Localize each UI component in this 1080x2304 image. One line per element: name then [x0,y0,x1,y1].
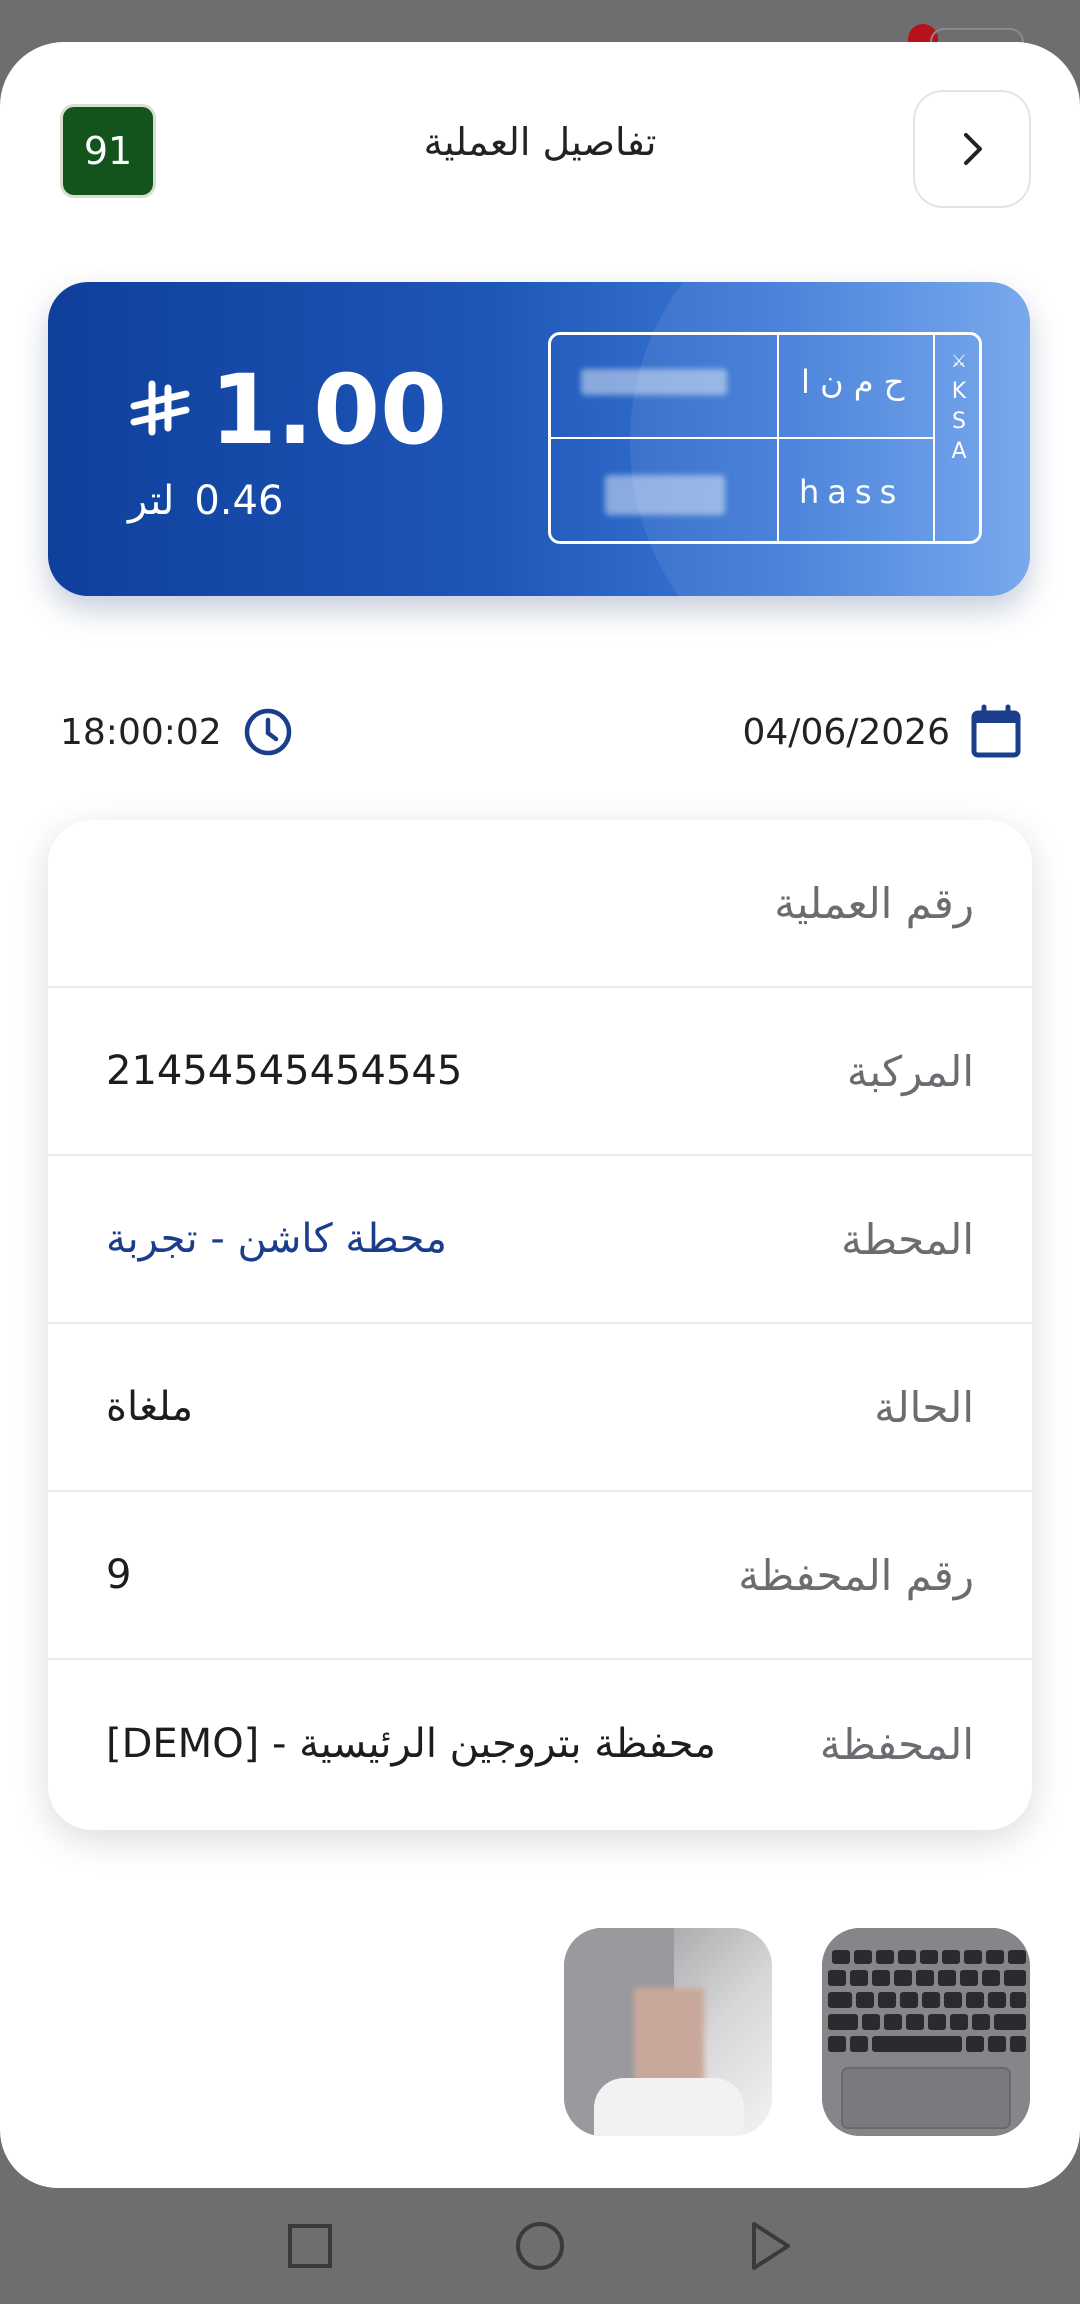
detail-label: رقم العملية [774,878,974,928]
time-row: 18:00:02 [60,702,294,762]
saudi-riyal-icon [130,380,190,436]
liters-unit: لتر [128,478,175,524]
clock-icon [244,708,291,756]
plate-country: ⚔ K S A [939,347,979,467]
detail-label: المركبة [846,1046,974,1096]
photo-clothing [594,2078,744,2136]
detail-row-wallet-number: 9 رقم المحفظة [48,1492,1032,1660]
plate-divider [551,437,933,439]
amount: 1.00 [128,354,447,466]
plate-letters-en: hass [799,473,905,511]
detail-row-status: ملغاة الحالة [48,1324,1032,1492]
back-triangle-icon[interactable] [738,2214,802,2278]
date-value: 04/06/2026 [742,711,951,753]
time-value: 18:00:02 [60,711,222,753]
plate-divider [933,335,935,541]
plate-country-a: A [951,439,967,464]
back-button[interactable] [913,90,1031,208]
date-row: 04/06/2026 [743,702,1023,762]
keyboard-image [822,1928,1030,2136]
amount-card: 1.00 لتر 0.46 ح م ن ا hass ⚔ K S A [48,282,1030,596]
transaction-details-sheet: 91 تفاصيل العملية 1.00 لتر 0.46 ح م ن ا … [0,42,1080,2188]
detail-label: الحالة [874,1382,974,1432]
chevron-right-icon [964,133,982,165]
emblem-icon: ⚔ [950,351,968,372]
plate-country-s: S [952,409,966,434]
detail-label: المحطة [841,1214,974,1264]
detail-value: ملغاة [106,1384,194,1430]
attachment-photo-person[interactable] [564,1928,772,2136]
amount-value: 1.00 [210,354,447,466]
detail-row-transaction-number: رقم العملية [48,820,1032,988]
license-plate: ح م ن ا hass ⚔ K S A [548,332,982,544]
liters: لتر 0.46 [128,478,283,524]
home-circle-icon[interactable] [508,2214,572,2278]
detail-row-wallet: [DEMO] - محفظة بتروجين الرئيسية المحفظة [48,1660,1032,1828]
liters-value: 0.46 [194,478,284,524]
detail-value: [DEMO] - محفظة بتروجين الرئيسية [106,1721,716,1767]
calendar-icon [971,704,1021,758]
attachment-photo-keyboard[interactable] [822,1928,1030,2136]
plate-numbers-blurred [581,369,727,395]
recents-square-icon[interactable] [278,2214,342,2278]
detail-row-station[interactable]: محطة كاشن - تجربة المحطة [48,1156,1032,1324]
plate-letters-ar: ح م ن ا [801,363,905,401]
system-navigation-bar [0,2188,1080,2304]
details-list: رقم العملية 21454545454545 المركبة محطة … [48,820,1032,1830]
station-link[interactable]: محطة كاشن - تجربة [106,1216,447,1262]
detail-row-vehicle: 21454545454545 المركبة [48,988,1032,1156]
plate-numbers-blurred [605,475,725,515]
detail-label: رقم المحفظة [738,1550,974,1600]
detail-label: المحفظة [819,1719,974,1769]
detail-value: 21454545454545 [106,1048,463,1094]
detail-value: 9 [106,1552,132,1598]
plate-country-k: K [951,379,967,404]
